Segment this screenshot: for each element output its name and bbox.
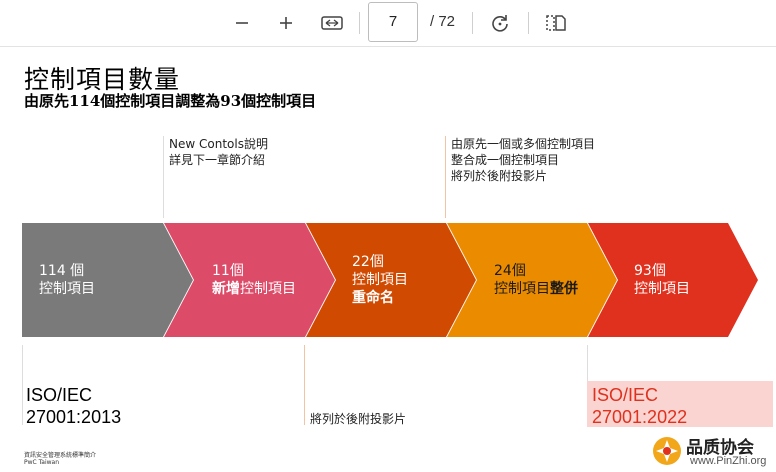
arrow-label-11: 11個 新增控制項目: [212, 262, 296, 298]
arrow-count: 114 個: [39, 263, 85, 279]
note-bottom: 將列於後附投影片: [310, 412, 407, 426]
arrow-desc: 控制項目: [352, 272, 408, 288]
arrow-count: 24個: [494, 263, 526, 279]
iso-new-guide-line: [587, 345, 588, 381]
arrow-count: 22個: [352, 254, 384, 270]
iso-old-guide-line: [22, 345, 23, 425]
arrow-desc: 新增控制項目: [212, 280, 296, 298]
arrow-label-22: 22個 控制項目 重命名: [352, 253, 408, 307]
watermark-logo: [653, 437, 681, 465]
iso-version: 27001:2013: [26, 407, 122, 427]
note-guide-line: [304, 345, 305, 425]
iso-standard: ISO/IEC: [26, 385, 93, 405]
arrow-desc-rest: 控制項目: [494, 281, 550, 297]
arrow-desc-bold: 整併: [550, 281, 578, 297]
arrow-label-24: 24個 控制項目整併: [494, 262, 578, 298]
arrow-desc: 控制項目: [634, 281, 690, 297]
arrow-label-93: 93個 控制項目: [634, 262, 690, 298]
iso-2022-label: ISO/IEC 27001:2022: [587, 381, 773, 427]
arrow-desc-bold: 重命名: [352, 290, 394, 306]
arrow-desc-rest: 控制項目: [240, 281, 296, 297]
arrow-count: 93個: [634, 263, 666, 279]
arrow-desc-bold: 新增: [212, 281, 240, 297]
arrow-count: 11個: [212, 263, 244, 279]
watermark-url: www.PinZhi.org: [690, 455, 767, 467]
arrow-label-114: 114 個 控制項目: [39, 262, 95, 298]
iso-standard: ISO/IEC: [592, 385, 659, 405]
footer-company: PwC Taiwan: [24, 459, 60, 466]
arrow-desc: 控制項目: [39, 281, 95, 297]
arrow-desc: 控制項目整併: [494, 280, 578, 298]
iso-version: 27001:2022: [592, 407, 688, 427]
iso-2013-label: ISO/IEC 27001:2013: [26, 384, 121, 428]
footer-doc-title: 資訊安全管理系統標準簡介: [24, 452, 97, 459]
